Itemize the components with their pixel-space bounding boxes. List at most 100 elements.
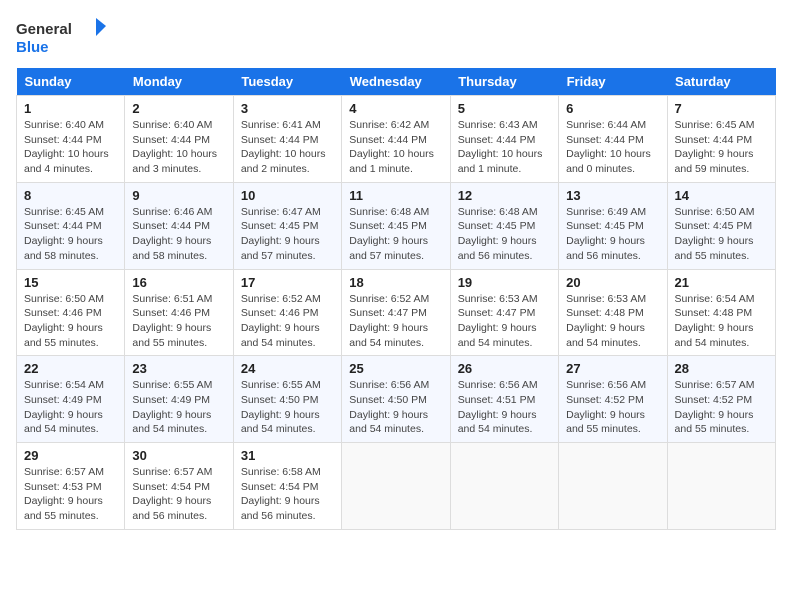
day-number: 4 [349,101,442,116]
day-number: 23 [132,361,225,376]
day-info: Sunrise: 6:50 AM Sunset: 4:45 PM Dayligh… [675,205,768,264]
calendar-header-saturday: Saturday [667,68,775,96]
calendar-table: SundayMondayTuesdayWednesdayThursdayFrid… [16,68,776,530]
day-info: Sunrise: 6:54 AM Sunset: 4:48 PM Dayligh… [675,292,768,351]
calendar-cell: 11 Sunrise: 6:48 AM Sunset: 4:45 PM Dayl… [342,182,450,269]
calendar-cell: 29 Sunrise: 6:57 AM Sunset: 4:53 PM Dayl… [17,443,125,530]
calendar-cell: 19 Sunrise: 6:53 AM Sunset: 4:47 PM Dayl… [450,269,558,356]
day-number: 14 [675,188,768,203]
day-info: Sunrise: 6:57 AM Sunset: 4:54 PM Dayligh… [132,465,225,524]
day-info: Sunrise: 6:52 AM Sunset: 4:47 PM Dayligh… [349,292,442,351]
calendar-week-3: 15 Sunrise: 6:50 AM Sunset: 4:46 PM Dayl… [17,269,776,356]
day-info: Sunrise: 6:53 AM Sunset: 4:48 PM Dayligh… [566,292,659,351]
calendar-cell: 20 Sunrise: 6:53 AM Sunset: 4:48 PM Dayl… [559,269,667,356]
day-number: 15 [24,275,117,290]
day-number: 6 [566,101,659,116]
calendar-header-thursday: Thursday [450,68,558,96]
day-info: Sunrise: 6:55 AM Sunset: 4:49 PM Dayligh… [132,378,225,437]
day-info: Sunrise: 6:55 AM Sunset: 4:50 PM Dayligh… [241,378,334,437]
day-number: 29 [24,448,117,463]
calendar-cell: 5 Sunrise: 6:43 AM Sunset: 4:44 PM Dayli… [450,96,558,183]
calendar-cell: 9 Sunrise: 6:46 AM Sunset: 4:44 PM Dayli… [125,182,233,269]
calendar-cell: 27 Sunrise: 6:56 AM Sunset: 4:52 PM Dayl… [559,356,667,443]
calendar-cell: 15 Sunrise: 6:50 AM Sunset: 4:46 PM Dayl… [17,269,125,356]
day-number: 26 [458,361,551,376]
calendar-header-friday: Friday [559,68,667,96]
calendar-cell: 17 Sunrise: 6:52 AM Sunset: 4:46 PM Dayl… [233,269,341,356]
day-info: Sunrise: 6:45 AM Sunset: 4:44 PM Dayligh… [675,118,768,177]
day-info: Sunrise: 6:48 AM Sunset: 4:45 PM Dayligh… [349,205,442,264]
calendar-header-wednesday: Wednesday [342,68,450,96]
calendar-cell: 3 Sunrise: 6:41 AM Sunset: 4:44 PM Dayli… [233,96,341,183]
day-info: Sunrise: 6:43 AM Sunset: 4:44 PM Dayligh… [458,118,551,177]
day-info: Sunrise: 6:49 AM Sunset: 4:45 PM Dayligh… [566,205,659,264]
calendar-cell: 28 Sunrise: 6:57 AM Sunset: 4:52 PM Dayl… [667,356,775,443]
day-info: Sunrise: 6:50 AM Sunset: 4:46 PM Dayligh… [24,292,117,351]
calendar-cell [450,443,558,530]
day-info: Sunrise: 6:42 AM Sunset: 4:44 PM Dayligh… [349,118,442,177]
svg-text:General: General [16,21,72,38]
day-info: Sunrise: 6:54 AM Sunset: 4:49 PM Dayligh… [24,378,117,437]
calendar-cell: 7 Sunrise: 6:45 AM Sunset: 4:44 PM Dayli… [667,96,775,183]
calendar-header-monday: Monday [125,68,233,96]
day-number: 11 [349,188,442,203]
day-number: 5 [458,101,551,116]
calendar-cell: 30 Sunrise: 6:57 AM Sunset: 4:54 PM Dayl… [125,443,233,530]
calendar-cell: 12 Sunrise: 6:48 AM Sunset: 4:45 PM Dayl… [450,182,558,269]
day-info: Sunrise: 6:52 AM Sunset: 4:46 PM Dayligh… [241,292,334,351]
day-number: 10 [241,188,334,203]
day-number: 24 [241,361,334,376]
day-info: Sunrise: 6:58 AM Sunset: 4:54 PM Dayligh… [241,465,334,524]
day-number: 12 [458,188,551,203]
calendar-cell [559,443,667,530]
day-info: Sunrise: 6:56 AM Sunset: 4:52 PM Dayligh… [566,378,659,437]
calendar-cell: 18 Sunrise: 6:52 AM Sunset: 4:47 PM Dayl… [342,269,450,356]
calendar-cell: 14 Sunrise: 6:50 AM Sunset: 4:45 PM Dayl… [667,182,775,269]
day-number: 21 [675,275,768,290]
day-info: Sunrise: 6:47 AM Sunset: 4:45 PM Dayligh… [241,205,334,264]
calendar-cell: 21 Sunrise: 6:54 AM Sunset: 4:48 PM Dayl… [667,269,775,356]
calendar-week-2: 8 Sunrise: 6:45 AM Sunset: 4:44 PM Dayli… [17,182,776,269]
calendar-week-5: 29 Sunrise: 6:57 AM Sunset: 4:53 PM Dayl… [17,443,776,530]
calendar-week-1: 1 Sunrise: 6:40 AM Sunset: 4:44 PM Dayli… [17,96,776,183]
day-number: 2 [132,101,225,116]
calendar-cell: 13 Sunrise: 6:49 AM Sunset: 4:45 PM Dayl… [559,182,667,269]
logo-icon: General Blue [16,16,106,60]
day-info: Sunrise: 6:56 AM Sunset: 4:50 PM Dayligh… [349,378,442,437]
calendar-cell: 2 Sunrise: 6:40 AM Sunset: 4:44 PM Dayli… [125,96,233,183]
day-info: Sunrise: 6:40 AM Sunset: 4:44 PM Dayligh… [24,118,117,177]
calendar-cell: 23 Sunrise: 6:55 AM Sunset: 4:49 PM Dayl… [125,356,233,443]
calendar-cell [667,443,775,530]
day-number: 3 [241,101,334,116]
day-info: Sunrise: 6:57 AM Sunset: 4:52 PM Dayligh… [675,378,768,437]
day-number: 7 [675,101,768,116]
day-number: 31 [241,448,334,463]
calendar-header-tuesday: Tuesday [233,68,341,96]
day-number: 22 [24,361,117,376]
day-info: Sunrise: 6:48 AM Sunset: 4:45 PM Dayligh… [458,205,551,264]
day-number: 9 [132,188,225,203]
day-info: Sunrise: 6:53 AM Sunset: 4:47 PM Dayligh… [458,292,551,351]
day-number: 1 [24,101,117,116]
day-info: Sunrise: 6:57 AM Sunset: 4:53 PM Dayligh… [24,465,117,524]
calendar-cell: 26 Sunrise: 6:56 AM Sunset: 4:51 PM Dayl… [450,356,558,443]
calendar-cell: 8 Sunrise: 6:45 AM Sunset: 4:44 PM Dayli… [17,182,125,269]
day-number: 20 [566,275,659,290]
calendar-header-sunday: Sunday [17,68,125,96]
day-info: Sunrise: 6:56 AM Sunset: 4:51 PM Dayligh… [458,378,551,437]
calendar-cell: 16 Sunrise: 6:51 AM Sunset: 4:46 PM Dayl… [125,269,233,356]
day-info: Sunrise: 6:40 AM Sunset: 4:44 PM Dayligh… [132,118,225,177]
day-number: 30 [132,448,225,463]
calendar-cell [342,443,450,530]
calendar-week-4: 22 Sunrise: 6:54 AM Sunset: 4:49 PM Dayl… [17,356,776,443]
day-info: Sunrise: 6:41 AM Sunset: 4:44 PM Dayligh… [241,118,334,177]
day-number: 19 [458,275,551,290]
day-number: 18 [349,275,442,290]
day-info: Sunrise: 6:44 AM Sunset: 4:44 PM Dayligh… [566,118,659,177]
calendar-header-row: SundayMondayTuesdayWednesdayThursdayFrid… [17,68,776,96]
day-info: Sunrise: 6:51 AM Sunset: 4:46 PM Dayligh… [132,292,225,351]
calendar-cell: 10 Sunrise: 6:47 AM Sunset: 4:45 PM Dayl… [233,182,341,269]
day-number: 13 [566,188,659,203]
calendar-cell: 22 Sunrise: 6:54 AM Sunset: 4:49 PM Dayl… [17,356,125,443]
calendar-cell: 24 Sunrise: 6:55 AM Sunset: 4:50 PM Dayl… [233,356,341,443]
